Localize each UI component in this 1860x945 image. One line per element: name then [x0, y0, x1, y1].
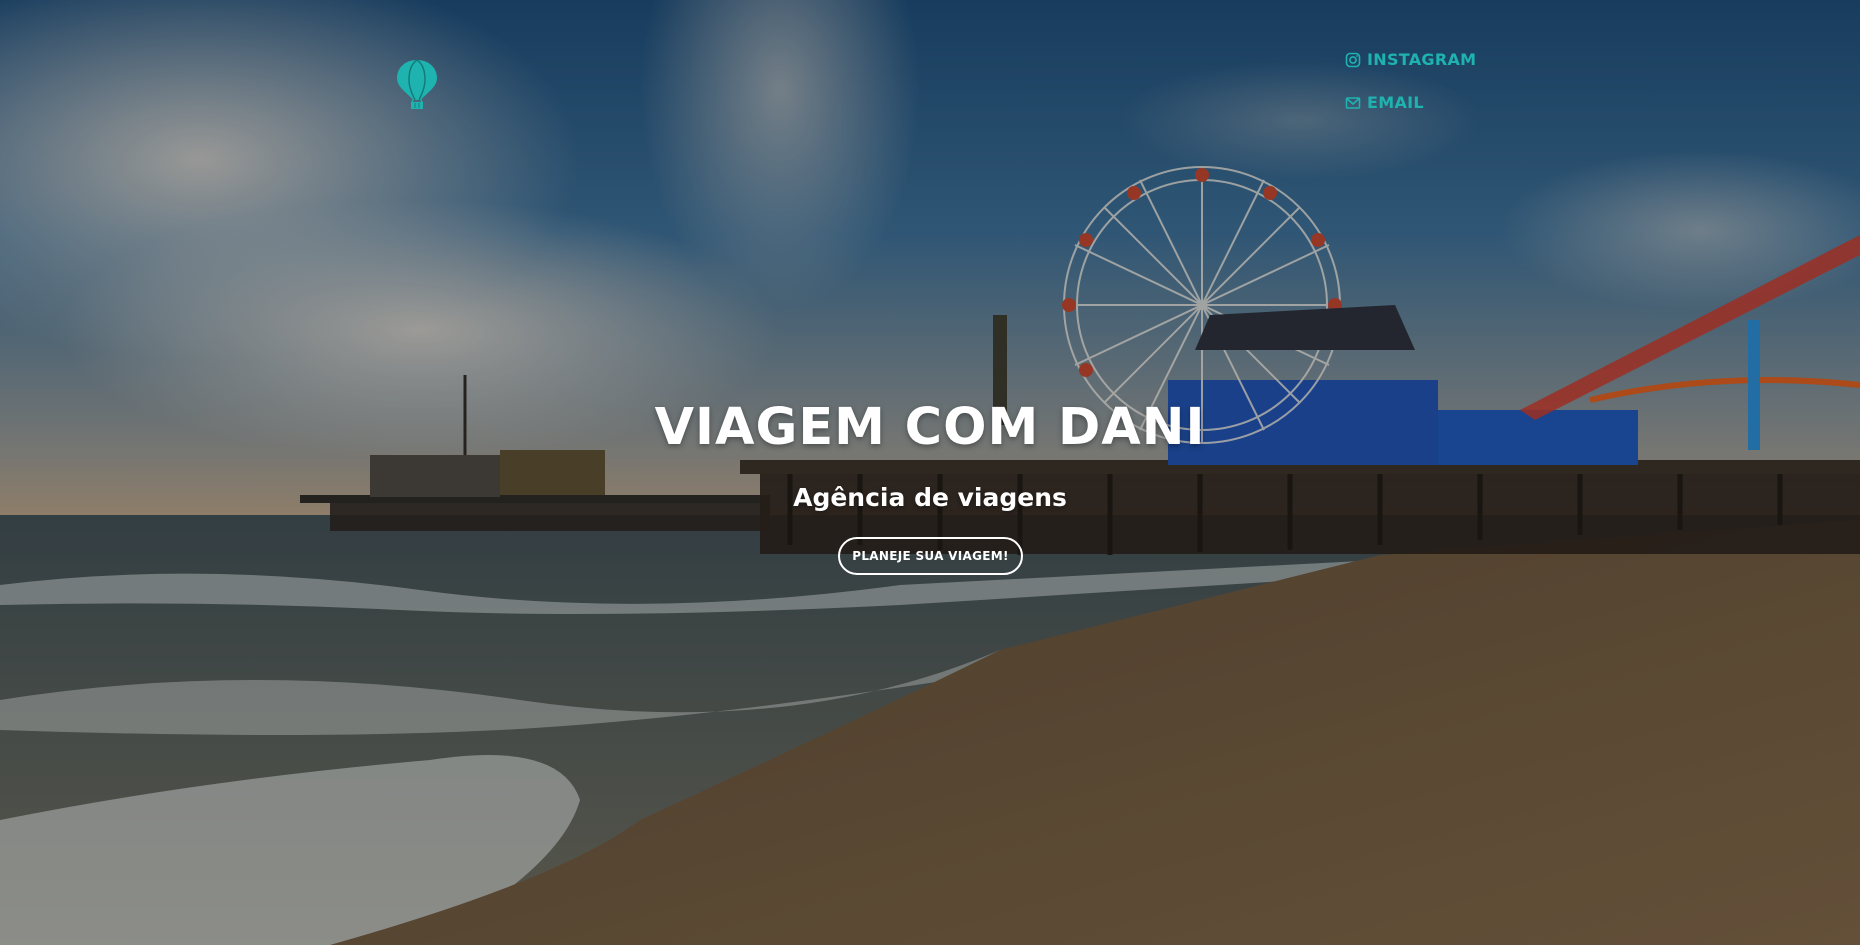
instagram-link[interactable]: INSTAGRAM [1345, 50, 1476, 69]
hero-dark-overlay [0, 0, 1860, 945]
plan-trip-button[interactable]: PLANEJE SUA VIAGEM! [838, 537, 1023, 575]
hot-air-balloon-icon[interactable] [395, 58, 439, 110]
hero-subtitle: Agência de viagens [793, 483, 1067, 512]
social-links: INSTAGRAM EMAIL [1345, 50, 1476, 112]
hero-title: VIAGEM COM DANI [654, 398, 1206, 457]
hero-section: INSTAGRAM EMAIL VIAGEM COM DANI Agência … [0, 0, 1860, 945]
envelope-icon [1345, 95, 1361, 111]
email-label: EMAIL [1367, 93, 1424, 112]
instagram-icon [1345, 52, 1361, 68]
instagram-label: INSTAGRAM [1367, 50, 1477, 69]
email-link[interactable]: EMAIL [1345, 93, 1476, 112]
